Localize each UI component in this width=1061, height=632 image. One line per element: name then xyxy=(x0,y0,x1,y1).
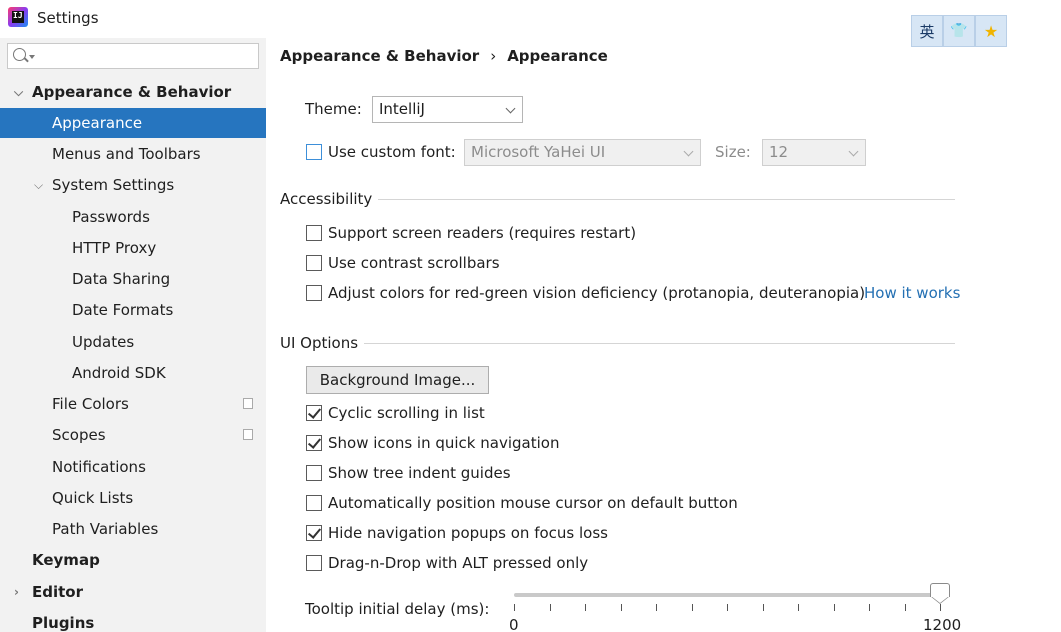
slider-tick xyxy=(762,604,764,611)
breadcrumb-current: Appearance xyxy=(507,47,608,65)
sidebar-item-data-sharing[interactable]: Data Sharing xyxy=(0,264,266,294)
use-custom-font-checkbox[interactable] xyxy=(306,144,322,160)
sidebar-item-appearance-behavior[interactable]: ⌵ Appearance & Behavior xyxy=(0,77,266,107)
breadcrumb-separator: › xyxy=(490,47,497,65)
font-size-value: 12 xyxy=(769,143,789,161)
slider-tick xyxy=(798,604,799,611)
sidebar-item-file-colors[interactable]: File Colors xyxy=(0,389,266,419)
tooltip-delay-slider-thumb[interactable] xyxy=(930,583,950,605)
slider-tick xyxy=(904,604,906,611)
window-title: Settings xyxy=(37,9,99,27)
slider-max-label: 1200 xyxy=(923,616,962,632)
sidebar-item-scopes[interactable]: Scopes xyxy=(0,420,266,450)
cyclic-scrolling-checkbox[interactable] xyxy=(306,405,322,421)
background-image-button[interactable]: Background Image... xyxy=(306,366,489,394)
slider-tick xyxy=(940,604,941,611)
intellij-app-icon: IJ xyxy=(8,7,28,27)
theme-label: Theme: xyxy=(305,100,362,118)
font-size-select[interactable]: 12 xyxy=(762,139,866,166)
screen-readers-checkbox[interactable] xyxy=(306,225,322,241)
tooltip-delay-label: Tooltip initial delay (ms): xyxy=(305,600,490,618)
contrast-scrollbars-checkbox[interactable] xyxy=(306,255,322,271)
sidebar-item-updates[interactable]: Updates xyxy=(0,327,266,357)
slider-tick xyxy=(585,604,586,611)
chevron-down-icon[interactable]: ⌵ xyxy=(34,170,46,200)
auto-mouse-cursor-checkbox[interactable] xyxy=(306,495,322,511)
theme-select[interactable]: IntelliJ xyxy=(372,96,523,123)
slider-tick xyxy=(620,604,622,611)
contrast-scrollbars-label[interactable]: Use contrast scrollbars xyxy=(328,254,500,272)
quick-nav-icons-checkbox[interactable] xyxy=(306,435,322,451)
chevron-right-icon[interactable]: › xyxy=(14,577,26,607)
color-deficiency-checkbox[interactable] xyxy=(306,285,322,301)
ui-options-section-title: UI Options xyxy=(280,334,359,352)
how-it-works-link[interactable]: How it works xyxy=(864,284,960,302)
tooltip-delay-slider[interactable] xyxy=(514,593,942,597)
settings-content: Appearance & Behavior › Appearance Theme: … xyxy=(266,38,1061,632)
project-level-icon xyxy=(240,426,253,440)
slider-min-label: 0 xyxy=(509,616,519,632)
font-family-select[interactable]: Microsoft YaHei UI xyxy=(464,139,701,166)
search-options-dropdown-icon[interactable] xyxy=(29,55,35,59)
slider-tick xyxy=(869,604,870,611)
sidebar-item-plugins[interactable]: Plugins xyxy=(0,608,266,632)
slider-thumb-body xyxy=(930,583,950,597)
sidebar-item-quick-lists[interactable]: Quick Lists xyxy=(0,483,266,513)
use-custom-font-label[interactable]: Use custom font: xyxy=(328,143,456,161)
sidebar-item-android-sdk[interactable]: Android SDK xyxy=(0,358,266,388)
search-icon xyxy=(13,48,26,61)
settings-sidebar: ⌵ Appearance & Behavior Appearance Menus… xyxy=(0,38,266,632)
screen-readers-label[interactable]: Support screen readers (requires restart… xyxy=(328,224,636,242)
breadcrumb-parent[interactable]: Appearance & Behavior xyxy=(280,47,479,65)
sidebar-item-date-formats[interactable]: Date Formats xyxy=(0,295,266,325)
auto-mouse-cursor-label[interactable]: Automatically position mouse cursor on d… xyxy=(328,494,738,512)
hide-nav-popups-label[interactable]: Hide navigation popups on focus loss xyxy=(328,524,608,542)
drag-n-drop-alt-label[interactable]: Drag-n-Drop with ALT pressed only xyxy=(328,554,588,572)
accessibility-section-title: Accessibility xyxy=(280,190,373,208)
theme-select-value: IntelliJ xyxy=(379,100,425,118)
breadcrumb: Appearance & Behavior › Appearance xyxy=(280,47,608,65)
section-divider xyxy=(378,199,955,200)
chevron-down-icon xyxy=(848,146,859,157)
drag-n-drop-alt-checkbox[interactable] xyxy=(306,555,322,571)
slider-tick xyxy=(549,604,551,611)
sidebar-item-appearance[interactable]: Appearance xyxy=(0,108,266,138)
search-input[interactable] xyxy=(7,43,259,69)
sidebar-item-path-variables[interactable]: Path Variables xyxy=(0,514,266,544)
hide-nav-popups-checkbox[interactable] xyxy=(306,525,322,541)
tree-indent-guides-checkbox[interactable] xyxy=(306,465,322,481)
project-level-icon xyxy=(240,395,253,409)
sidebar-item-editor[interactable]: › Editor xyxy=(0,577,266,607)
slider-tick xyxy=(514,604,515,611)
sidebar-item-notifications[interactable]: Notifications xyxy=(0,452,266,482)
tree-indent-guides-label[interactable]: Show tree indent guides xyxy=(328,464,511,482)
slider-tick xyxy=(691,604,693,611)
cyclic-scrolling-label[interactable]: Cyclic scrolling in list xyxy=(328,404,485,422)
slider-tick xyxy=(656,604,657,611)
slider-tick xyxy=(727,604,728,611)
chevron-down-icon[interactable]: ⌵ xyxy=(14,77,26,107)
sidebar-item-system-settings[interactable]: ⌵ System Settings xyxy=(0,170,266,200)
sidebar-item-menus-toolbars[interactable]: Menus and Toolbars xyxy=(0,139,266,169)
slider-tick xyxy=(833,604,835,611)
sidebar-item-http-proxy[interactable]: HTTP Proxy xyxy=(0,233,266,263)
font-family-value: Microsoft YaHei UI xyxy=(471,143,606,161)
section-divider xyxy=(364,343,955,344)
sidebar-item-keymap[interactable]: Keymap xyxy=(0,545,266,575)
chevron-down-icon xyxy=(683,146,694,157)
quick-nav-icons-label[interactable]: Show icons in quick navigation xyxy=(328,434,559,452)
font-size-label: Size: xyxy=(715,143,751,161)
sidebar-item-passwords[interactable]: Passwords xyxy=(0,202,266,232)
chevron-down-icon xyxy=(505,103,516,114)
slider-thumb-tip-inner xyxy=(931,596,949,603)
color-deficiency-label[interactable]: Adjust colors for red-green vision defic… xyxy=(328,284,865,302)
title-bar: IJ Settings 英 👕 ★ xyxy=(0,0,1061,47)
